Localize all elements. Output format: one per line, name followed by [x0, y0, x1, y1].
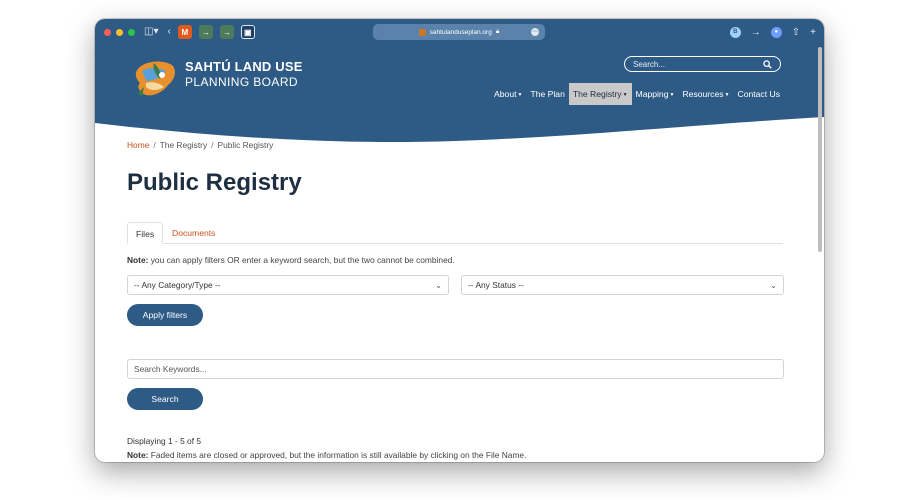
main-nav: About▼ The Plan The Registry▼ Mapping▼ R… — [490, 83, 784, 105]
chevron-down-icon: ▼ — [724, 92, 730, 98]
address-bar[interactable]: sahtulanduseplan.org 🔒︎ ⋯ — [373, 24, 545, 40]
keyword-search-placeholder: Search Keywords... — [134, 364, 207, 374]
page-title: Public Registry — [127, 169, 302, 196]
page-scrollbar[interactable] — [818, 47, 822, 252]
logo-icon[interactable] — [132, 57, 180, 101]
site-search-placeholder: Search... — [633, 59, 666, 69]
close-window-button[interactable] — [104, 28, 111, 36]
tab-files[interactable]: Files — [127, 222, 164, 244]
note-label: Note: — [127, 255, 149, 265]
chevron-down-icon: ⌄ — [770, 280, 777, 290]
category-type-select[interactable]: -- Any Category/Type -- ⌄ — [127, 275, 449, 295]
window-controls — [104, 28, 135, 36]
back-icon[interactable]: ‹ — [167, 27, 170, 37]
lock-icon: 🔒︎ — [495, 28, 500, 35]
search-icon[interactable] — [763, 59, 772, 69]
nav-mapping-label: Mapping — [635, 89, 669, 99]
maximize-window-button[interactable] — [128, 28, 135, 36]
apply-filters-button[interactable]: Apply filters — [127, 304, 203, 326]
breadcrumb-separator: / — [211, 140, 214, 150]
nav-resources-label: Resources — [682, 89, 724, 99]
sidebar-toggle-icon[interactable]: ◫▾ — [144, 27, 158, 37]
filter-note: Note: you can apply filters OR enter a k… — [127, 255, 455, 265]
nav-the-registry-label: The Registry — [572, 89, 622, 99]
results-count: Displaying 1 - 5 of 5 — [127, 436, 202, 446]
nav-mapping[interactable]: Mapping▼ — [632, 83, 679, 105]
status-value: -- Any Status -- — [468, 280, 524, 290]
browser-toolbar: ◫▾ ‹ M → → ▣ sahtulanduseplan.org 🔒︎ ⋯ B… — [95, 19, 824, 45]
share-icon[interactable]: ⇧ — [792, 27, 800, 38]
nav-the-plan-label: The Plan — [530, 89, 565, 99]
brand-subtitle[interactable]: PLANNING BOARD — [185, 75, 298, 89]
site-search-input[interactable]: Search... — [624, 56, 781, 72]
nav-contact-us-label: Contact Us — [737, 89, 780, 99]
extension-1-icon[interactable]: B — [729, 26, 741, 38]
registry-tabs: Files Documents — [127, 222, 783, 244]
faded-items-note-text: Faded items are closed or approved, but … — [150, 450, 527, 460]
breadcrumb-home[interactable]: Home — [127, 140, 149, 150]
nav-the-registry[interactable]: The Registry▼ — [568, 83, 632, 105]
new-tab-icon[interactable]: + — [810, 27, 816, 38]
search-button[interactable]: Search — [127, 388, 203, 410]
faded-items-note: Note: Faded items are closed or approved… — [127, 450, 526, 460]
browser-window: ◫▾ ‹ M → → ▣ sahtulanduseplan.org 🔒︎ ⋯ B… — [95, 19, 824, 462]
address-bar-url: sahtulanduseplan.org — [429, 28, 492, 36]
browser-extensions: B → ● ⇧ + — [729, 19, 816, 45]
breadcrumb: Home / The Registry / Public Registry — [127, 140, 273, 150]
status-select[interactable]: -- Any Status -- ⌄ — [461, 275, 784, 295]
favicon-tab-2-icon[interactable]: → — [198, 25, 213, 39]
keyword-search-input[interactable]: Search Keywords... — [127, 359, 784, 379]
breadcrumb-separator: / — [153, 140, 156, 150]
favicon-tab-3-icon[interactable]: → — [219, 25, 234, 39]
chevron-down-icon: ⌄ — [435, 280, 442, 290]
brand-title[interactable]: SAHTÚ LAND USE — [185, 59, 303, 74]
breadcrumb-registry[interactable]: The Registry — [160, 140, 207, 150]
chevron-down-icon: ▼ — [669, 92, 675, 98]
tab-documents[interactable]: Documents — [164, 222, 223, 244]
nav-about[interactable]: About▼ — [490, 83, 526, 105]
breadcrumb-current: Public Registry — [217, 140, 274, 150]
page-options-icon[interactable]: ⋯ — [531, 28, 539, 36]
favicon-tab-1-icon[interactable]: M — [177, 25, 192, 39]
filter-note-text: you can apply filters OR enter a keyword… — [150, 255, 455, 265]
site-favicon-icon — [418, 28, 426, 36]
nav-resources[interactable]: Resources▼ — [678, 83, 733, 105]
nav-the-plan[interactable]: The Plan — [526, 83, 568, 105]
favicon-tab-4-icon[interactable]: ▣ — [240, 25, 255, 39]
chevron-down-icon: ▼ — [517, 92, 523, 98]
category-type-value: -- Any Category/Type -- — [134, 280, 221, 290]
site-header: SAHTÚ LAND USE PLANNING BOARD Search... … — [95, 45, 824, 145]
extension-2-icon[interactable]: → — [751, 27, 761, 38]
extension-3-icon[interactable]: ● — [770, 26, 782, 38]
minimize-window-button[interactable] — [116, 28, 123, 36]
note-label: Note: — [127, 450, 149, 460]
nav-contact-us[interactable]: Contact Us — [733, 83, 784, 105]
chevron-down-icon: ▼ — [622, 92, 628, 98]
nav-about-label: About — [494, 89, 517, 99]
